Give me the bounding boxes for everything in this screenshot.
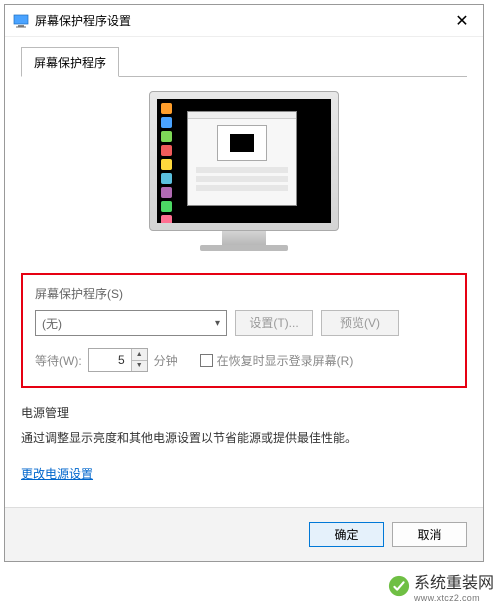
watermark-text: 系统重装网: [414, 569, 494, 593]
tab-strip: 屏幕保护程序: [21, 47, 467, 77]
desktop-icon: [161, 201, 172, 212]
desktop-icon: [161, 103, 172, 114]
cancel-button[interactable]: 取消: [392, 522, 467, 547]
power-management-group: 电源管理 通过调整显示亮度和其他电源设置以节省能源或提供最佳性能。 更改电源设置: [21, 404, 467, 483]
checkbox-box[interactable]: [200, 354, 213, 367]
resume-checkbox-label: 在恢复时显示登录屏幕(R): [217, 352, 354, 369]
dialog-buttons: 确定 取消: [5, 507, 483, 561]
titlebar: 屏幕保护程序设置 ✕: [5, 5, 483, 37]
dropdown-row: (无) ▾ 设置(T)... 预览(V): [35, 310, 453, 336]
inner-window: [187, 111, 297, 206]
screensaver-group-title: 屏幕保护程序(S): [35, 285, 453, 302]
desktop-icon: [161, 159, 172, 170]
dropdown-value: (无): [42, 315, 62, 332]
inner-preview: [217, 125, 267, 161]
desktop-icon: [161, 131, 172, 142]
chevron-down-icon: ▾: [215, 318, 220, 329]
wait-unit: 分钟: [154, 352, 178, 369]
inner-line: [196, 185, 288, 191]
power-settings-link[interactable]: 更改电源设置: [21, 467, 93, 481]
spinner-buttons: ▲ ▼: [131, 349, 147, 371]
wait-row: 等待(W): 5 ▲ ▼ 分钟 在恢复时显示登录屏幕(R): [35, 348, 453, 372]
watermark-textblock: 系统重装网 www.xtcz2.com: [414, 569, 494, 603]
monitor-stand: [222, 231, 266, 245]
wait-label: 等待(W):: [35, 352, 82, 369]
desktop-icon: [161, 173, 172, 184]
screensaver-dropdown[interactable]: (无) ▾: [35, 310, 227, 336]
monitor-base: [200, 245, 288, 251]
close-button[interactable]: ✕: [441, 6, 483, 36]
power-text: 通过调整显示亮度和其他电源设置以节省能源或提供最佳性能。: [21, 429, 467, 447]
preview-area: [21, 91, 467, 251]
monitor-frame: [149, 91, 339, 231]
spin-down-button[interactable]: ▼: [132, 361, 147, 372]
tab-screensaver[interactable]: 屏幕保护程序: [21, 47, 119, 77]
desktop-icons: [161, 103, 177, 223]
power-header: 电源管理: [21, 404, 467, 421]
resume-checkbox[interactable]: 在恢复时显示登录屏幕(R): [200, 352, 354, 369]
dialog-body: 屏幕保护程序: [5, 37, 483, 507]
wait-spinner[interactable]: 5 ▲ ▼: [88, 348, 148, 372]
close-icon: ✕: [455, 11, 468, 31]
monitor-preview: [149, 91, 339, 251]
window-title: 屏幕保护程序设置: [35, 12, 441, 29]
monitor-screen: [157, 99, 331, 223]
spin-up-button[interactable]: ▲: [132, 349, 147, 361]
desktop-icon: [161, 187, 172, 198]
desktop-icon: [161, 145, 172, 156]
inner-line: [196, 176, 288, 182]
inner-window-header: [188, 112, 296, 119]
logo-icon: [388, 575, 410, 597]
inner-line: [196, 167, 288, 173]
preview-button[interactable]: 预览(V): [321, 310, 399, 336]
inner-preview-black: [230, 134, 254, 152]
monitor-icon: [13, 13, 29, 29]
desktop-icon: [161, 117, 172, 128]
watermark: 系统重装网 www.xtcz2.com: [388, 569, 494, 603]
desktop-icon: [161, 215, 172, 223]
settings-button[interactable]: 设置(T)...: [235, 310, 313, 336]
wait-value: 5: [89, 353, 131, 367]
settings-dialog: 屏幕保护程序设置 ✕ 屏幕保护程序: [4, 4, 484, 562]
watermark-url: www.xtcz2.com: [414, 593, 494, 603]
ok-button[interactable]: 确定: [309, 522, 384, 547]
highlighted-section: 屏幕保护程序(S) (无) ▾ 设置(T)... 预览(V) 等待(W): 5 …: [21, 273, 467, 388]
